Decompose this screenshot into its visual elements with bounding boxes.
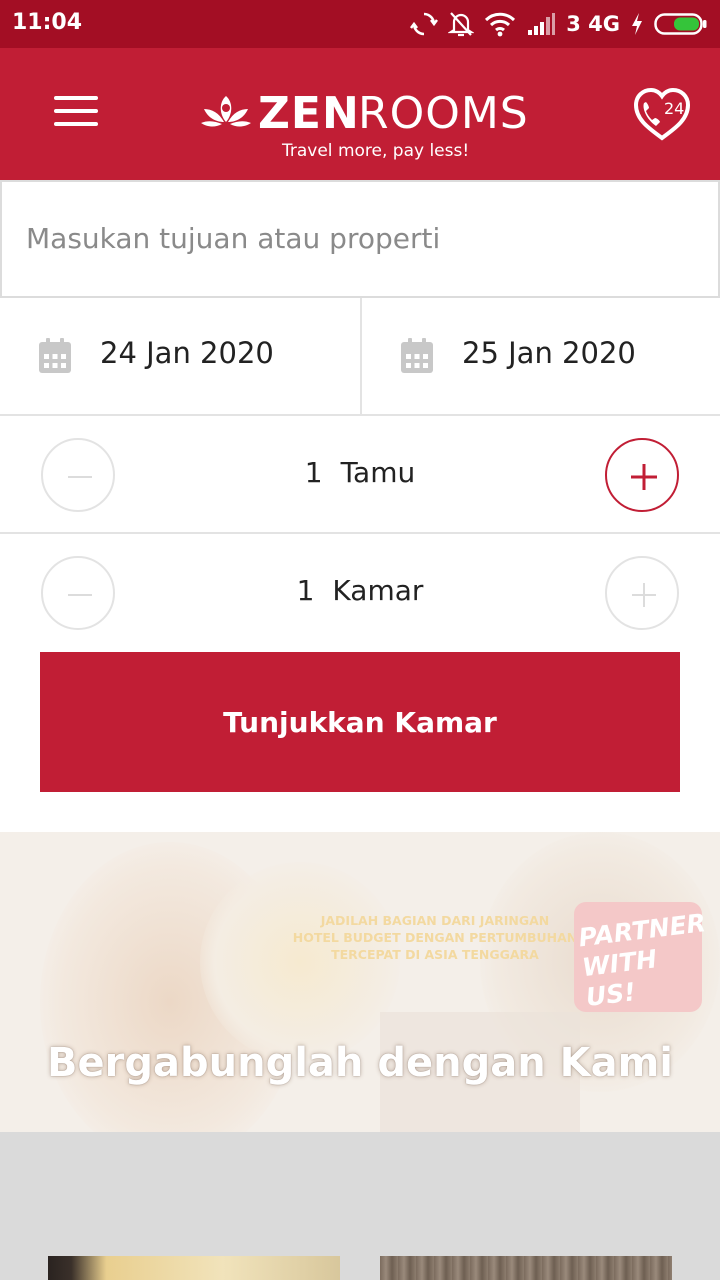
check-out-text: 25 Jan 2020 <box>462 336 636 370</box>
property-thumbnail[interactable] <box>380 1256 672 1280</box>
search-box <box>0 180 720 298</box>
wifi-icon <box>485 12 516 37</box>
logo-rooms-text: ROOMS <box>358 88 529 139</box>
rooms-increase-button[interactable] <box>605 556 679 630</box>
rooms-stepper: 1 Kamar <box>0 534 720 652</box>
status-icons: 3 4G <box>410 8 708 40</box>
property-thumbnail[interactable] <box>48 1256 340 1280</box>
banner-title: Bergabunglah dengan Kami <box>47 1040 673 1086</box>
lotus-icon <box>201 96 251 127</box>
plus-icon <box>632 583 656 607</box>
check-out-date[interactable]: 25 Jan 2020 <box>360 298 720 414</box>
logo-zen-text: ZEN <box>258 88 360 139</box>
rooms-count: 1 <box>296 574 315 607</box>
calendar-icon <box>401 338 433 373</box>
partner-banner[interactable]: JADILAH BAGIAN DARI JARINGAN HOTEL BUDGE… <box>0 832 720 1132</box>
tagline: Travel more, pay less! <box>282 141 470 161</box>
battery-icon <box>654 13 707 35</box>
network-type: 3 4G <box>566 12 620 36</box>
banner-note: JADILAH BAGIAN DARI JARINGAN HOTEL BUDGE… <box>292 913 578 962</box>
featured-section <box>0 1132 720 1280</box>
guests-stepper: 1 Tamu <box>0 416 720 534</box>
check-in-date[interactable]: 24 Jan 2020 <box>0 298 360 414</box>
signal-icon <box>528 13 556 35</box>
status-bar: 11:04 3 4G <box>0 0 720 48</box>
rooms-label: Kamar <box>332 574 424 607</box>
menu-icon[interactable] <box>54 96 98 128</box>
guests-increase-button[interactable] <box>605 438 679 512</box>
calendar-icon <box>39 338 71 373</box>
show-rooms-button[interactable]: Tunjukkan Kamar <box>40 652 680 792</box>
app-header: ZEN ROOMS Travel more, pay less! 24 <box>0 48 720 180</box>
date-selector: 24 Jan 2020 25 Jan 2020 <box>0 298 720 416</box>
heart-phone-icon: 24 <box>633 87 691 141</box>
zenrooms-logo: ZEN ROOMS Travel more, pay less! <box>200 86 530 166</box>
charging-icon <box>632 13 642 35</box>
support-24-button[interactable]: 24 <box>632 86 692 142</box>
guests-count: 1 <box>304 456 323 489</box>
check-in-text: 24 Jan 2020 <box>100 336 274 370</box>
guests-label: Tamu <box>340 456 416 489</box>
notifications-off-icon <box>448 12 475 37</box>
search-input[interactable] <box>26 212 686 264</box>
support-badge: 24 <box>664 99 684 118</box>
partner-badge: PARTNER WITH US! <box>574 902 707 1012</box>
plus-icon <box>631 464 657 490</box>
sync-icon <box>410 12 439 36</box>
status-time: 11:04 <box>12 10 83 35</box>
